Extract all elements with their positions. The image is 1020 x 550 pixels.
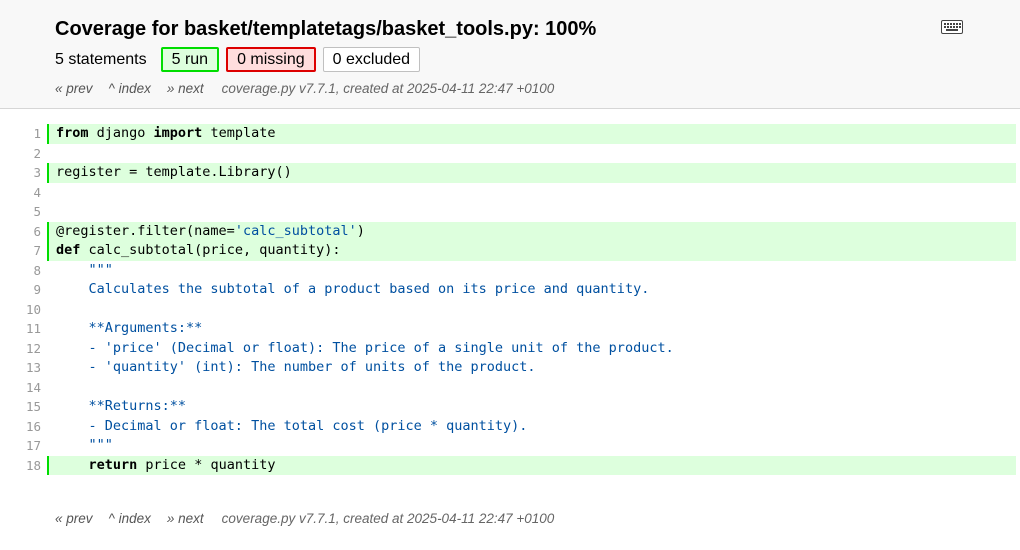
line-code: @register.filter(name='calc_subtotal') (47, 221, 1016, 241)
line-number[interactable]: 18 (0, 458, 41, 473)
source-line: 11 **Arguments:** (0, 319, 1020, 339)
excluded-filter-button[interactable]: 0 excluded (322, 47, 421, 72)
line-number[interactable]: 12 (0, 341, 41, 356)
line-number[interactable]: 5 (0, 204, 41, 219)
prev-link[interactable]: « prev (55, 511, 93, 526)
line-number[interactable]: 17 (0, 438, 41, 453)
created-info: coverage.py v7.7.1, created at 2025-04-1… (221, 511, 555, 526)
line-code: register = template.Library() (47, 163, 1016, 183)
prev-link[interactable]: « prev (55, 81, 93, 96)
statements-count: 5 statements (55, 50, 147, 68)
source-line: 9 Calculates the subtotal of a product b… (0, 280, 1020, 300)
source-line: 2 (0, 144, 1020, 164)
file-path: basket/templatetags/basket_tools.py (183, 18, 533, 40)
missing-filter-button[interactable]: 0 missing (226, 47, 316, 72)
line-code: **Returns:** (56, 398, 187, 414)
source-line: 5 (0, 202, 1020, 222)
line-number[interactable]: 7 (0, 243, 41, 258)
line-code: - 'quantity' (int): The number of units … (56, 359, 536, 375)
line-code: - 'price' (Decimal or float): The price … (56, 339, 674, 356)
page-title: Coverage for basket/templatetags/basket_… (55, 18, 597, 40)
source-line: 14 (0, 378, 1020, 398)
source-line: 16 - Decimal or float: The total cost (p… (0, 417, 1020, 437)
source-line: 15 **Returns:** (0, 397, 1020, 417)
source-line: 18 return price * quantity (0, 455, 1020, 475)
line-code: """ (56, 437, 113, 453)
line-number[interactable]: 8 (0, 263, 41, 278)
line-number[interactable]: 11 (0, 321, 41, 336)
source-line: 1 from django import template (0, 124, 1020, 144)
line-code: **Arguments:** (56, 320, 203, 336)
top-nav: « prev ^ index » next coverage.py v7.7.1, c… (55, 81, 570, 96)
line-code: from django import template (47, 124, 1016, 144)
line-number[interactable]: 4 (0, 185, 41, 200)
next-link[interactable]: » next (167, 511, 204, 526)
line-number[interactable]: 6 (0, 224, 41, 239)
source-line: 8 """ (0, 261, 1020, 281)
line-code: """ (56, 261, 113, 278)
line-code: def calc_subtotal(price, quantity): (47, 241, 1016, 261)
coverage-stats: 5 statements 5 run 0 missing 0 excluded (55, 47, 427, 72)
line-code: Calculates the subtotal of a product bas… (56, 281, 650, 297)
line-number[interactable]: 2 (0, 146, 41, 161)
line-number[interactable]: 9 (0, 282, 41, 297)
source-line: 4 (0, 183, 1020, 203)
line-number[interactable]: 10 (0, 302, 41, 317)
source-line: 6 @register.filter(name='calc_subtotal') (0, 221, 1020, 241)
line-number[interactable]: 15 (0, 399, 41, 414)
line-number[interactable]: 3 (0, 165, 41, 180)
source-line: 17 """ (0, 436, 1020, 456)
index-link[interactable]: ^ index (109, 81, 151, 96)
source-line: 12 - 'price' (Decimal or float): The pri… (0, 339, 1020, 359)
line-number[interactable]: 16 (0, 419, 41, 434)
line-number[interactable]: 13 (0, 360, 41, 375)
line-number[interactable]: 1 (0, 126, 41, 141)
source-line: 10 (0, 300, 1020, 320)
created-info: coverage.py v7.7.1, created at 2025-04-1… (221, 81, 555, 96)
source-line: 7 def calc_subtotal(price, quantity): (0, 241, 1020, 261)
report-header: Coverage for basket/templatetags/basket_… (0, 0, 1020, 109)
source-listing: 1 from django import template 2 3 register… (0, 124, 1020, 475)
next-link[interactable]: » next (167, 81, 204, 96)
run-filter-button[interactable]: 5 run (160, 47, 220, 72)
index-link[interactable]: ^ index (109, 511, 151, 526)
source-line: 3 register = template.Library() (0, 163, 1020, 183)
source-line: 13 - 'quantity' (int): The number of uni… (0, 358, 1020, 378)
line-code: return price * quantity (47, 455, 1016, 475)
bottom-nav: « prev ^ index » next coverage.py v7.7.1, c… (55, 511, 570, 526)
line-code: - Decimal or float: The total cost (pric… (56, 417, 528, 434)
line-number[interactable]: 14 (0, 380, 41, 395)
keyboard-icon[interactable] (941, 20, 963, 34)
